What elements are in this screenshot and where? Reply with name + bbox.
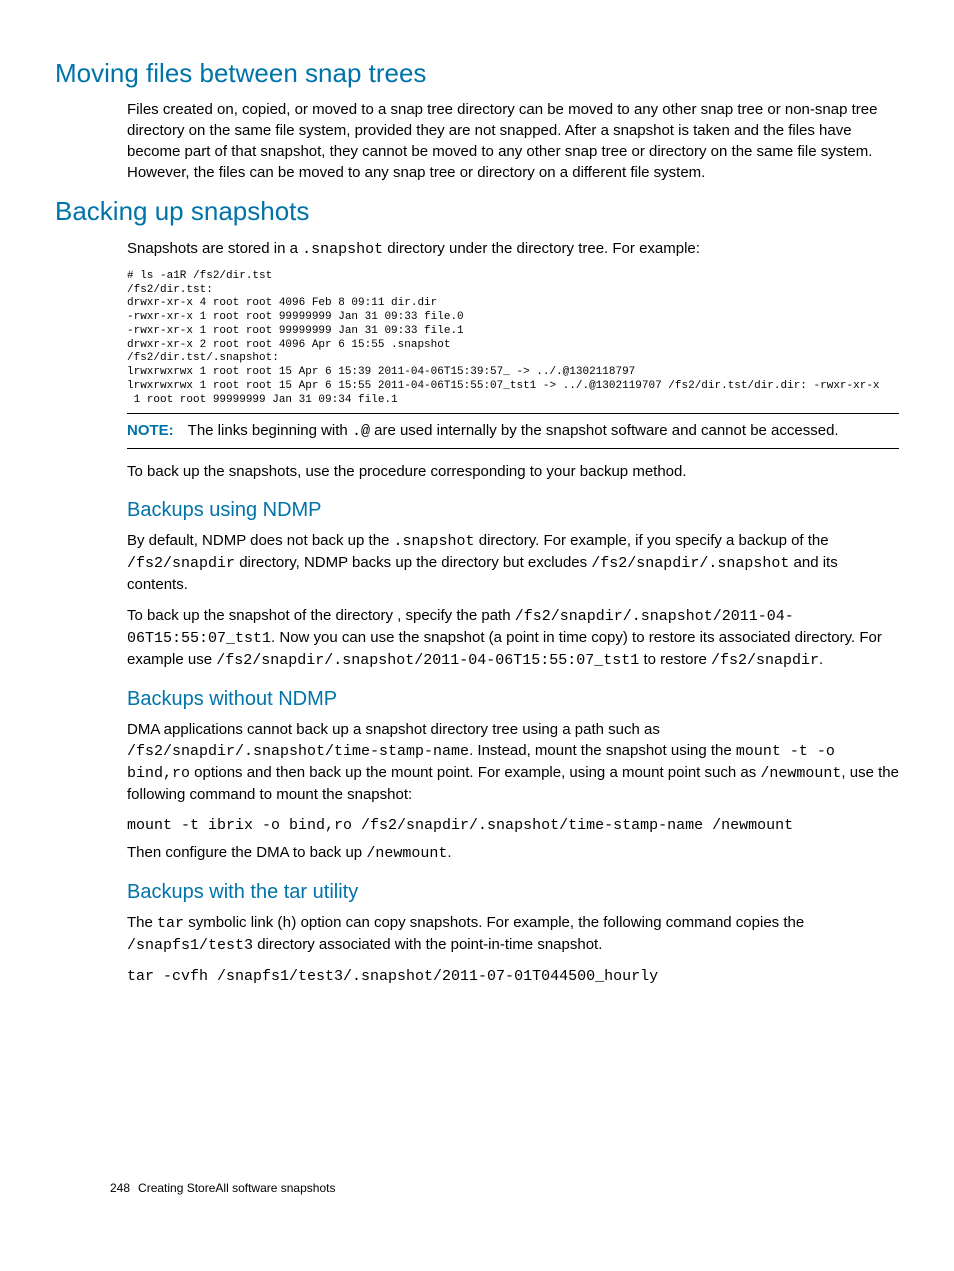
text: . — [819, 651, 823, 668]
note-box: NOTE: The links beginning with .@ are use… — [127, 413, 899, 449]
code-snapshot-dir: .snapshot — [394, 533, 475, 550]
text: . — [447, 844, 451, 861]
text: ) option can copy snapshots. For example… — [291, 914, 804, 931]
text: directory, NDMP backs up the directory b… — [235, 554, 591, 571]
text: . Instead, mount the snapshot using the — [469, 742, 736, 759]
text: to restore — [639, 651, 711, 668]
para-without-1: DMA applications cannot back up a snapsh… — [127, 719, 899, 805]
code-tar: tar — [157, 915, 184, 932]
text: By default, NDMP does not back up the — [127, 532, 394, 549]
code-newmount: /newmount — [366, 845, 447, 862]
code-fs2-snapdir: /fs2/snapdir — [127, 555, 235, 572]
text: DMA applications cannot back up a snapsh… — [127, 721, 660, 738]
code-fs2-snapdir: /fs2/snapdir — [711, 652, 819, 669]
para-backup-method: To back up the snapshots, use the proced… — [127, 461, 899, 482]
note-text: The links beginning with — [188, 422, 352, 439]
text: directory. For example, if you specify a… — [475, 532, 829, 549]
tar-command-block: tar -cvfh /snapfs1/test3/.snapshot/2011-… — [127, 966, 899, 987]
code-snapfs-test3: /snapfs1/test3 — [127, 937, 253, 954]
page-number: 248 — [110, 1181, 130, 1195]
text: To back up the snapshot of the directory… — [127, 607, 515, 624]
heading-moving-files: Moving files between snap trees — [55, 55, 899, 91]
code-dot-at: .@ — [352, 423, 370, 440]
code-newmount: /newmount — [760, 765, 841, 782]
page-footer: 248 Creating StoreAll software snapshots — [110, 1180, 335, 1197]
heading-backups-tar: Backups with the tar utility — [127, 878, 899, 906]
text: symbolic link ( — [184, 914, 282, 931]
text: directory associated with the point-in-t… — [253, 936, 602, 953]
para-without-2: Then configure the DMA to back up /newmo… — [127, 842, 899, 864]
note-text-b: are used internally by the snapshot soft… — [370, 422, 839, 439]
footer-chapter-title: Creating StoreAll software snapshots — [138, 1181, 335, 1195]
heading-backups-ndmp: Backups using NDMP — [127, 496, 899, 524]
code-snapshot-path: /fs2/snapdir/.snapshot/2011-04-06T15:55:… — [216, 652, 639, 669]
para-ndmp-1: By default, NDMP does not back up the .s… — [127, 530, 899, 595]
code-fs2-snapdir-snapshot: /fs2/snapdir/.snapshot — [591, 555, 789, 572]
ls-output-block: # ls -a1R /fs2/dir.tst /fs2/dir.tst: drw… — [127, 270, 899, 408]
para-ndmp-2: To back up the snapshot of the directory… — [127, 605, 899, 671]
text: directory under the directory tree. For … — [383, 240, 700, 257]
text: options and then back up the mount point… — [190, 764, 760, 781]
heading-backups-without-ndmp: Backups without NDMP — [127, 685, 899, 713]
text: Snapshots are stored in a — [127, 240, 302, 257]
mount-command-block: mount -t ibrix -o bind,ro /fs2/snapdir/.… — [127, 815, 899, 836]
code-snapshot-dir: .snapshot — [302, 241, 383, 258]
para-backing-intro: Snapshots are stored in a .snapshot dire… — [127, 238, 899, 260]
heading-backing-up: Backing up snapshots — [55, 193, 899, 229]
para-tar-1: The tar symbolic link (h) option can cop… — [127, 912, 899, 956]
para-moving-files: Files created on, copied, or moved to a … — [127, 99, 899, 183]
code-without-path: /fs2/snapdir/.snapshot/time-stamp-name — [127, 743, 469, 760]
text: Then configure the DMA to back up — [127, 844, 366, 861]
note-label: NOTE: — [127, 422, 174, 439]
text: The — [127, 914, 157, 931]
